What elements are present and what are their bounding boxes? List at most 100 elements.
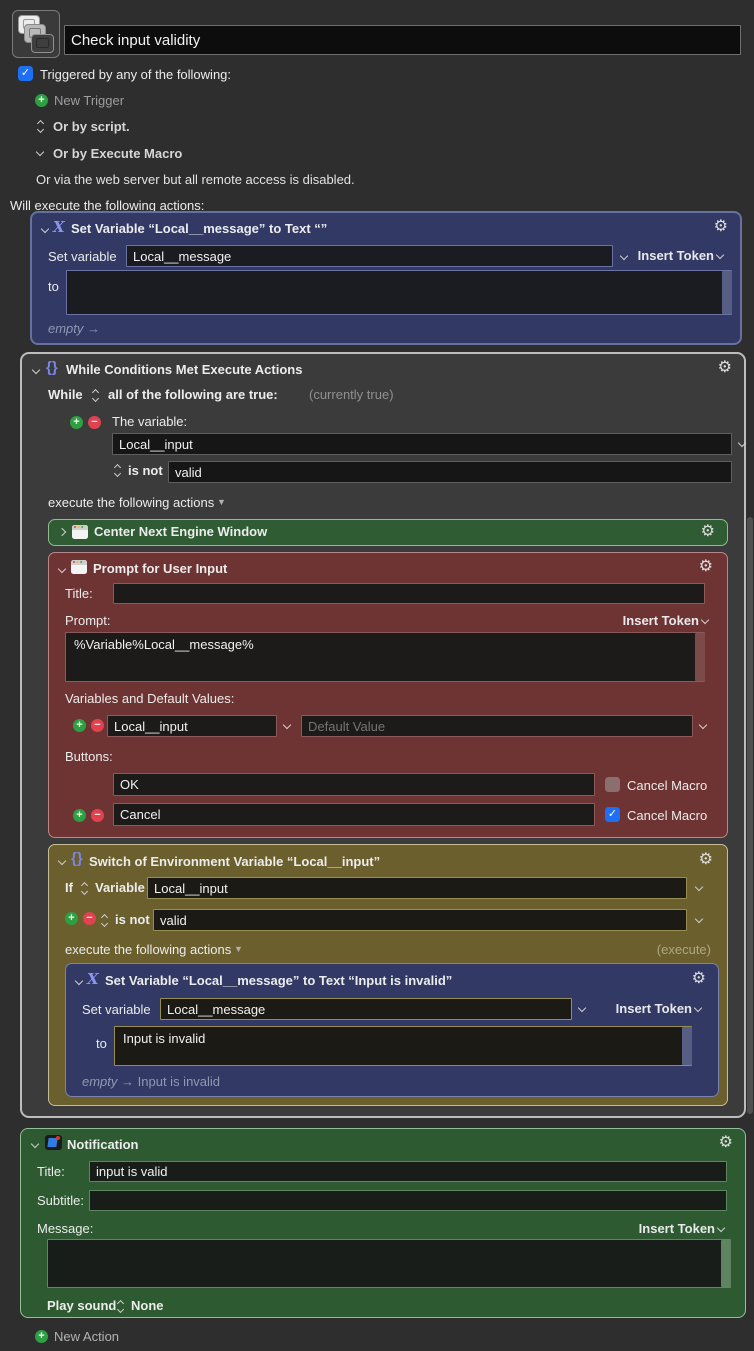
switch-variable-input[interactable] <box>147 877 687 899</box>
chevron-down-icon[interactable] <box>578 1005 587 1014</box>
remove-button-icon[interactable]: − <box>91 809 104 822</box>
gear-icon[interactable]: ⚙ <box>699 852 713 868</box>
chevron-down-icon[interactable] <box>738 440 747 449</box>
default-value-input[interactable] <box>301 715 693 737</box>
collapse-chevron-icon[interactable] <box>31 1141 40 1150</box>
new-action-label[interactable]: New Action <box>54 1329 119 1344</box>
add-case-icon[interactable]: + <box>65 912 78 925</box>
to-label: to <box>96 1036 107 1051</box>
action-title: Prompt for User Input <box>93 561 227 576</box>
buttons-label: Buttons: <box>65 749 113 764</box>
triggered-checkbox[interactable]: ✓ <box>18 66 33 81</box>
remove-condition-icon[interactable]: − <box>88 416 101 429</box>
arrow-right-icon: → <box>121 1074 134 1089</box>
expand-chevron-icon[interactable] <box>59 528 68 537</box>
chevron-down-icon[interactable] <box>36 149 45 158</box>
chevron-down-icon[interactable] <box>699 722 708 731</box>
textarea-scrollbar[interactable] <box>721 1240 731 1287</box>
collapse-chevron-icon[interactable] <box>58 858 67 867</box>
chevron-down-icon <box>715 1225 727 1234</box>
gear-icon[interactable]: ⚙ <box>692 971 706 987</box>
collapse-chevron-icon[interactable] <box>58 566 67 575</box>
notification-subtitle-input[interactable] <box>89 1190 727 1211</box>
new-trigger-label[interactable]: New Trigger <box>54 93 124 108</box>
insert-token-label: Insert Token <box>639 1221 715 1236</box>
insert-token-button[interactable]: Insert Token <box>638 248 726 263</box>
collapse-chevron-icon[interactable] <box>75 978 84 987</box>
remove-case-icon[interactable]: − <box>83 912 96 925</box>
set-variable-icon: X <box>87 972 99 987</box>
notification-message-textarea[interactable] <box>47 1239 731 1288</box>
notification-icon <box>45 1135 62 1150</box>
textarea-scrollbar[interactable] <box>722 271 732 314</box>
new-trigger-plus-icon[interactable]: + <box>35 94 48 107</box>
chevron-down-icon <box>692 1005 704 1014</box>
prompt-text-textarea[interactable]: %Variable%Local__message% <box>65 632 705 682</box>
popup-arrows-icon[interactable] <box>101 914 110 927</box>
button1-input[interactable] <box>113 773 595 796</box>
operator-popup[interactable]: is not <box>115 912 150 927</box>
popup-arrows-icon[interactable] <box>92 389 101 402</box>
prompt-variable-input[interactable] <box>107 715 277 737</box>
disclosure-triangle-icon[interactable]: ▼ <box>217 497 226 507</box>
sound-popup[interactable]: None <box>131 1298 164 1313</box>
trigger-or-by-script[interactable]: Or by script. <box>53 119 130 134</box>
textarea-scrollbar[interactable] <box>682 1027 692 1065</box>
popup-arrows-icon[interactable] <box>37 120 46 133</box>
insert-token-label: Insert Token <box>616 1001 692 1016</box>
remove-variable-icon[interactable]: − <box>91 719 104 732</box>
variable-popup[interactable]: Variable <box>95 880 145 895</box>
variable-value-textarea[interactable] <box>66 270 732 315</box>
condition-value-input[interactable] <box>168 461 732 483</box>
gear-icon[interactable]: ⚙ <box>714 219 728 235</box>
popup-arrows-icon[interactable] <box>117 1300 126 1313</box>
set-variable-label: Set variable <box>48 249 117 264</box>
condition-variable-input[interactable] <box>112 433 732 455</box>
prompt-title-input[interactable] <box>113 583 705 604</box>
variable-name-input[interactable] <box>160 998 572 1020</box>
add-condition-icon[interactable]: + <box>70 416 83 429</box>
cancel-macro-label: Cancel Macro <box>627 778 707 793</box>
message-label: Message: <box>37 1221 93 1236</box>
textarea-scrollbar[interactable] <box>695 633 705 681</box>
insert-token-button[interactable]: Insert Token <box>639 1221 727 1236</box>
chevron-down-icon[interactable] <box>283 722 292 731</box>
chevron-down-icon[interactable] <box>620 253 629 262</box>
cancel-macro-label: Cancel Macro <box>627 808 707 823</box>
control-flow-icon: {} <box>46 360 58 375</box>
chevron-down-icon[interactable] <box>695 884 704 893</box>
add-variable-icon[interactable]: + <box>73 719 86 732</box>
add-button-icon[interactable]: + <box>73 809 86 822</box>
gear-icon[interactable]: ⚙ <box>718 360 732 376</box>
button2-input[interactable] <box>113 803 595 826</box>
disclosure-triangle-icon[interactable]: ▼ <box>234 944 243 954</box>
condition-mode-popup[interactable]: all of the following are true: <box>108 387 278 402</box>
collapse-chevron-icon[interactable] <box>32 367 41 376</box>
collapse-chevron-icon[interactable] <box>41 226 50 235</box>
gear-icon[interactable]: ⚙ <box>699 559 713 575</box>
insert-token-button[interactable]: Insert Token <box>623 613 711 628</box>
play-sound-label: Play sound <box>47 1298 116 1313</box>
subtitle-label: Subtitle: <box>37 1193 84 1208</box>
gear-icon[interactable]: ⚙ <box>719 1135 733 1151</box>
action-set-variable-message: X Set Variable “Local__message” to Text … <box>30 211 742 345</box>
vertical-scrollbar[interactable] <box>747 517 753 1114</box>
variable-name-input[interactable] <box>126 245 613 267</box>
action-title: Switch of Environment Variable “Local__i… <box>89 854 380 869</box>
macro-name-input[interactable] <box>64 25 741 55</box>
popup-arrows-icon[interactable] <box>81 882 90 895</box>
notification-title-input[interactable] <box>89 1161 727 1182</box>
gear-icon[interactable]: ⚙ <box>701 524 715 540</box>
variable-value-textarea[interactable]: Input is invalid <box>114 1026 692 1066</box>
condition-status: (currently true) <box>309 387 394 402</box>
cancel-macro-checkbox[interactable] <box>605 777 620 792</box>
case-value-input[interactable] <box>153 909 687 931</box>
popup-arrows-icon[interactable] <box>114 464 123 477</box>
insert-token-button[interactable]: Insert Token <box>616 1001 704 1016</box>
title-label: Title: <box>37 1164 65 1179</box>
new-action-plus-icon[interactable]: + <box>35 1330 48 1343</box>
chevron-down-icon[interactable] <box>695 916 704 925</box>
cancel-macro-checkbox[interactable]: ✓ <box>605 807 620 822</box>
operator-popup[interactable]: is not <box>128 463 163 478</box>
trigger-or-by-execute-macro[interactable]: Or by Execute Macro <box>53 146 182 161</box>
